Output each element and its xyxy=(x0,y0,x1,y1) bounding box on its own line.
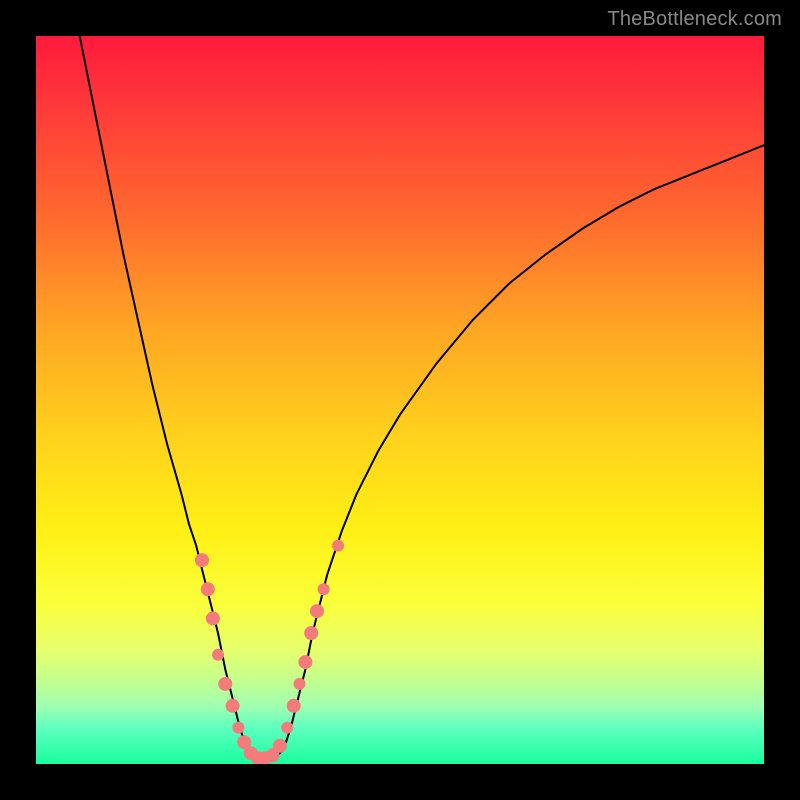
data-point xyxy=(304,626,318,640)
data-point xyxy=(195,553,209,567)
data-point xyxy=(294,678,306,690)
data-point xyxy=(318,583,330,595)
data-point xyxy=(232,722,244,734)
scatter-dots xyxy=(195,540,344,764)
data-point xyxy=(273,739,287,753)
plot-area xyxy=(36,36,764,764)
watermark-text: TheBottleneck.com xyxy=(607,8,782,31)
data-point xyxy=(212,649,224,661)
chart-frame: TheBottleneck.com xyxy=(0,0,800,800)
data-point xyxy=(218,677,232,691)
data-point xyxy=(310,604,324,618)
data-point xyxy=(201,582,215,596)
data-point xyxy=(332,540,344,552)
data-point xyxy=(287,699,301,713)
data-point xyxy=(298,655,312,669)
data-point xyxy=(281,722,293,734)
chart-svg xyxy=(36,36,764,764)
data-point xyxy=(206,611,220,625)
data-point xyxy=(226,699,240,713)
bottleneck-curve xyxy=(80,36,764,759)
